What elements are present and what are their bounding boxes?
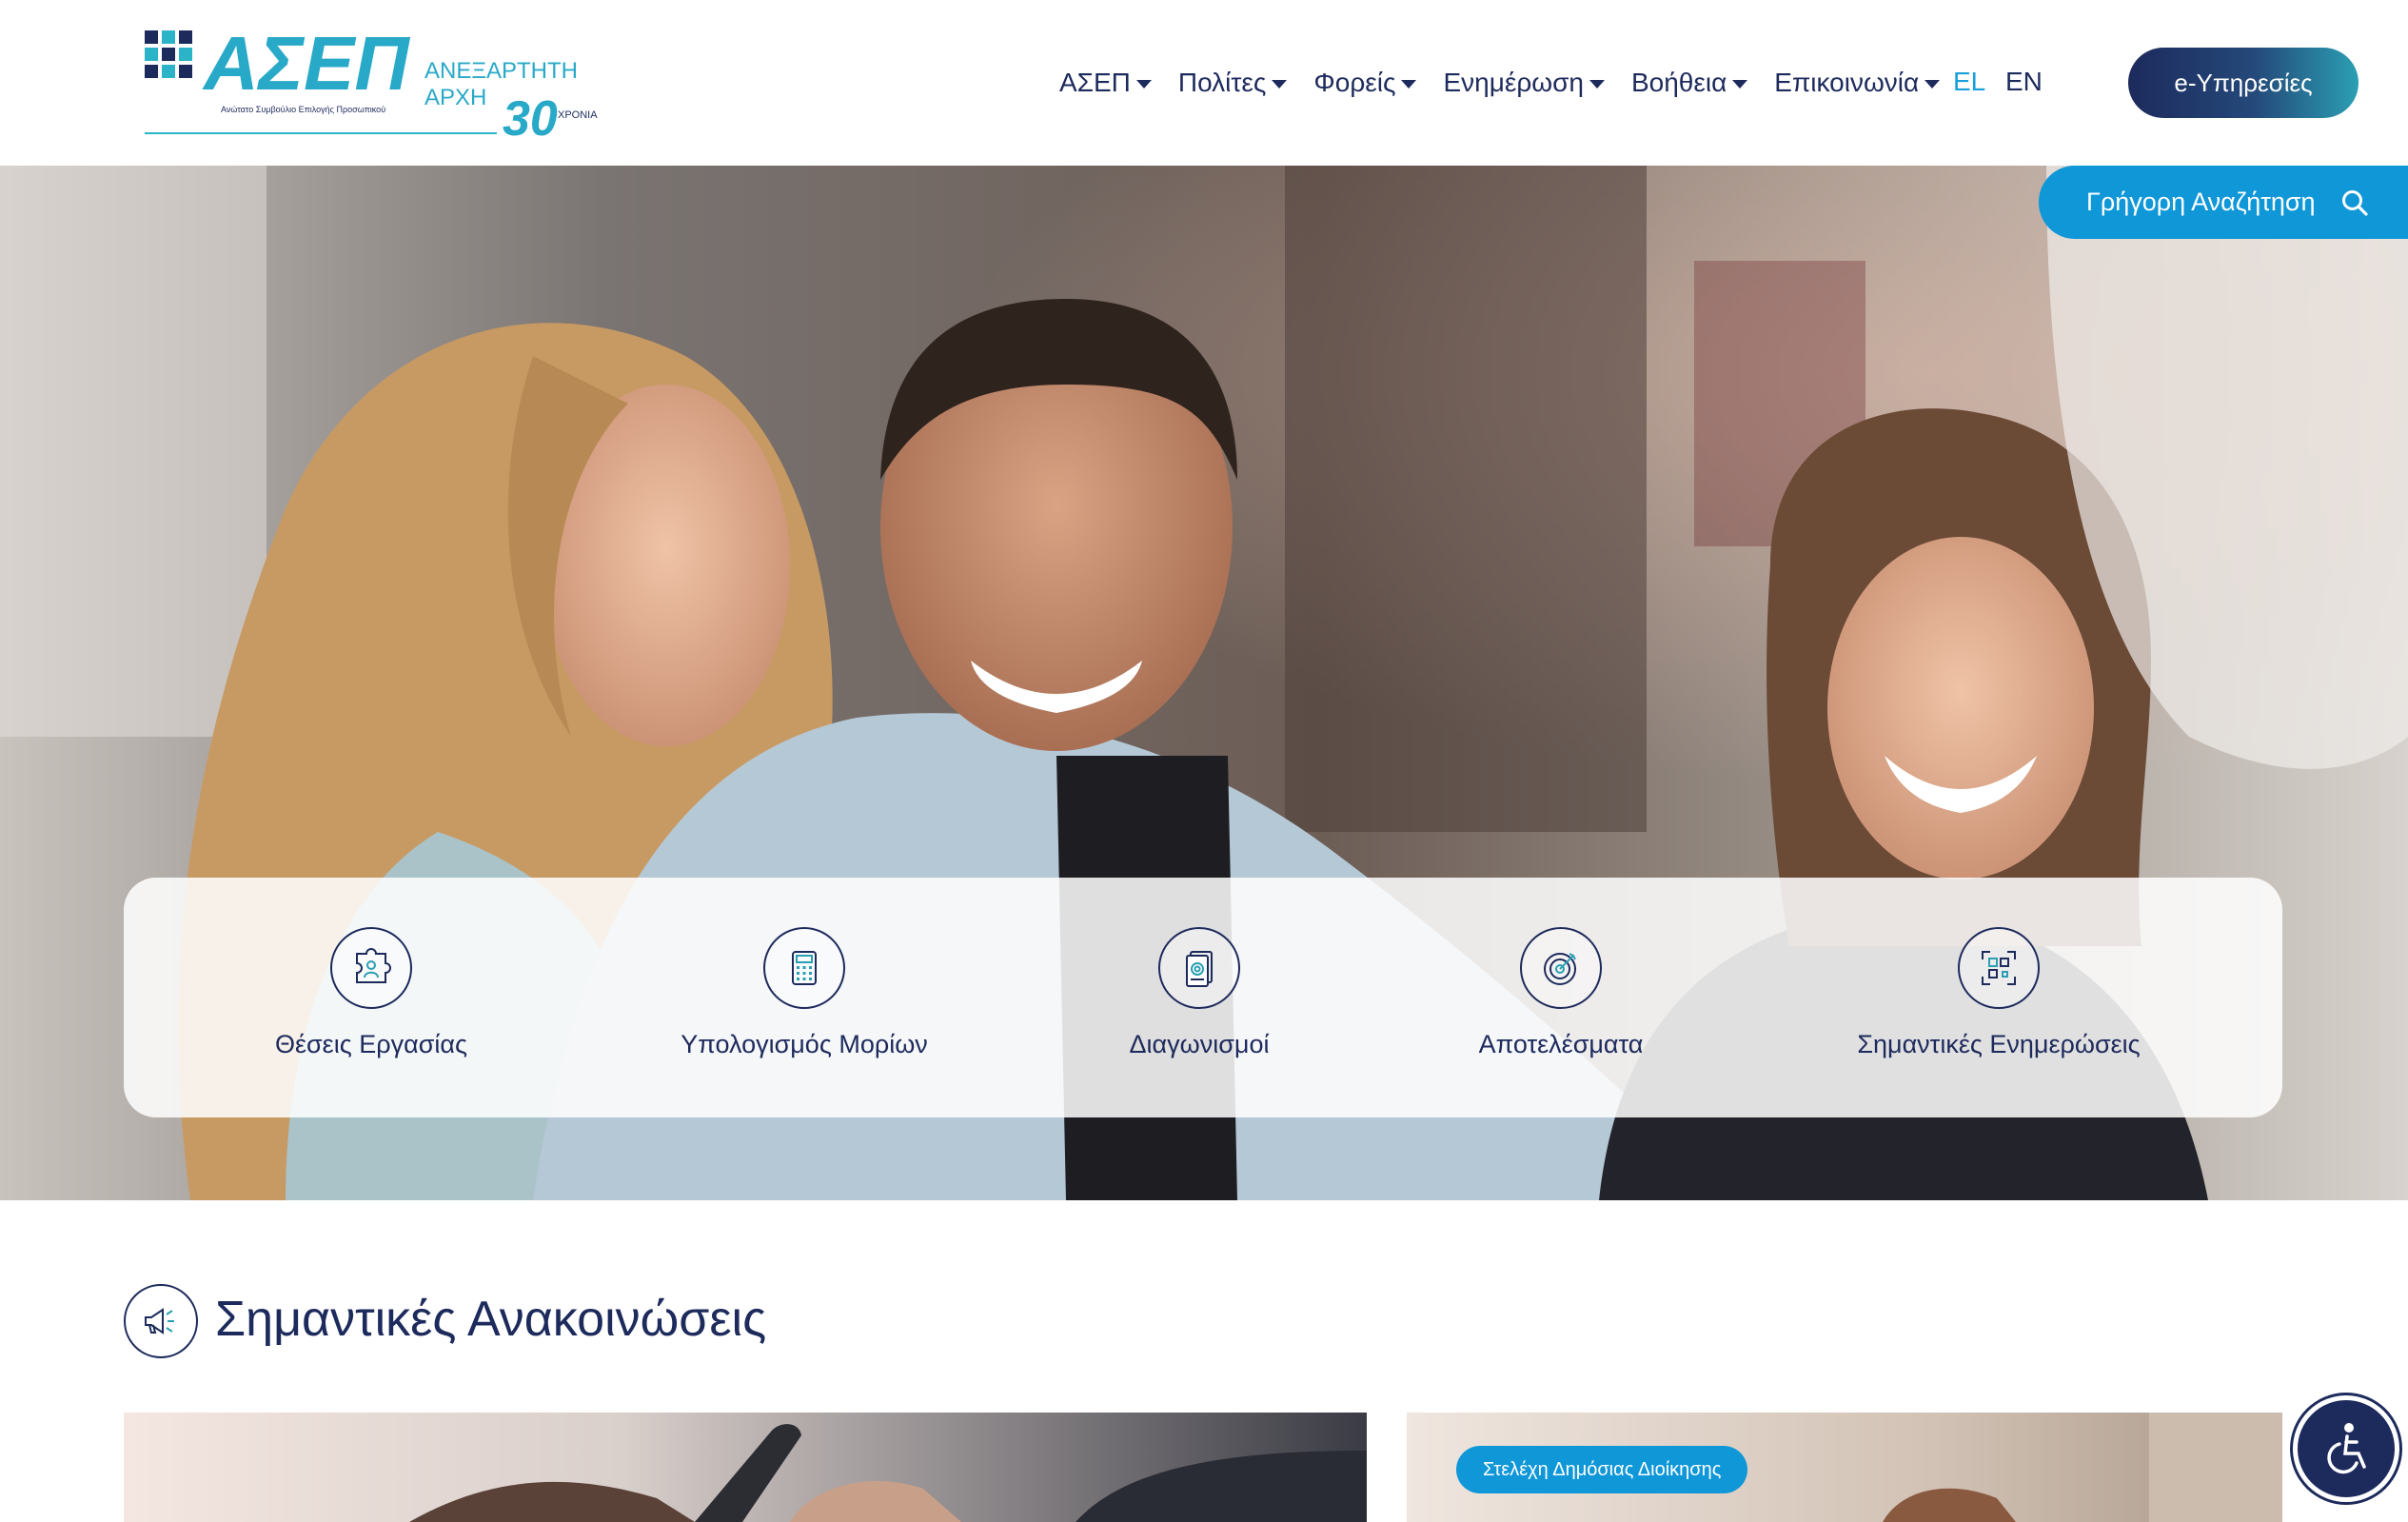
language-en-link[interactable]: EN bbox=[2005, 67, 2043, 97]
caret-down-icon bbox=[1401, 79, 1417, 89]
quick-search-button[interactable]: Γρήγορη Αναζήτηση bbox=[2039, 166, 2408, 239]
tile-label: Σημαντικές Ενημερώσεις bbox=[1857, 1030, 2141, 1058]
tile-label: Διαγωνισμοί bbox=[1129, 1030, 1270, 1058]
target-icon bbox=[1520, 927, 1602, 1009]
tile-job-positions[interactable]: Θέσεις Εργασίας bbox=[247, 878, 495, 1117]
announcement-card[interactable] bbox=[124, 1413, 1367, 1522]
logo-anniversary-word: ΧΡΟΝΙΑ bbox=[558, 109, 598, 121]
nav-label: Φορείς bbox=[1313, 68, 1396, 97]
caret-down-icon bbox=[1272, 79, 1288, 89]
quick-search-label: Γρήγορη Αναζήτηση bbox=[2086, 188, 2316, 216]
tile-results[interactable]: Αποτελέσματα bbox=[1456, 878, 1666, 1117]
caret-down-icon bbox=[1732, 79, 1748, 89]
tile-important-updates[interactable]: Σημαντικές Ενημερώσεις bbox=[1837, 878, 2161, 1117]
tile-label: Αποτελέσματα bbox=[1478, 1030, 1644, 1058]
nav-label: Πολίτες bbox=[1177, 68, 1267, 97]
asep-logo[interactable]: ΑΣΕΠ Ανώτατο Συμβούλιο Επιλογής Προσωπικ… bbox=[143, 27, 619, 139]
qr-scan-icon bbox=[1958, 927, 2040, 1009]
wheelchair-accessibility-icon bbox=[2327, 1423, 2366, 1474]
caret-down-icon bbox=[1924, 79, 1941, 89]
nav-item-asep[interactable]: ΑΣΕΠ bbox=[1059, 68, 1152, 98]
eservices-button[interactable]: e-Υπηρεσίες bbox=[2128, 48, 2359, 118]
nav-item-contact[interactable]: Επικοινωνία bbox=[1774, 68, 1941, 98]
tile-competitions[interactable]: Διαγωνισμοί bbox=[1095, 878, 1304, 1117]
nav-label: Βοήθεια bbox=[1630, 68, 1727, 97]
calculator-icon bbox=[763, 927, 845, 1009]
quick-links-panel: Θέσεις Εργασίας Υπολογισμός Μορίων Διαγω… bbox=[124, 878, 2282, 1117]
nav-label: Επικοινωνία bbox=[1774, 68, 1920, 97]
category-badge[interactable]: Στελέχη Δημόσιας Διοίκησης bbox=[1456, 1446, 1748, 1493]
tile-points-calculation[interactable]: Υπολογισμός Μορίων bbox=[652, 878, 957, 1117]
language-el-link[interactable]: EL bbox=[1953, 67, 1985, 97]
logo-tagline: Ανώτατο Συμβούλιο Επιλογής Προσωπικού bbox=[221, 105, 385, 114]
nav-item-agencies[interactable]: Φορείς bbox=[1313, 68, 1417, 98]
megaphone-icon bbox=[124, 1284, 198, 1358]
nav-item-news[interactable]: Ενημέρωση bbox=[1443, 68, 1605, 98]
tile-label: Θέσεις Εργασίας bbox=[274, 1030, 467, 1058]
tile-label: Υπολογισμός Μορίων bbox=[681, 1030, 928, 1058]
logo-authority-line1: ΑΝΕΞΑΡΤΗΤΗ bbox=[424, 58, 578, 84]
logo-wordmark: ΑΣΕΠ bbox=[202, 27, 410, 106]
section-title: Σημαντικές Ανακοινώσεις bbox=[215, 1292, 767, 1347]
site-header: ΑΣΕΠ Ανώτατο Συμβούλιο Επιλογής Προσωπικ… bbox=[0, 0, 2408, 166]
caret-down-icon bbox=[1135, 79, 1152, 89]
puzzle-person-icon bbox=[330, 927, 412, 1009]
nav-label: Ενημέρωση bbox=[1443, 68, 1584, 97]
hero-banner: Γρήγορη Αναζήτηση Θέσεις Εργασίας Υπολογ… bbox=[0, 166, 2408, 1200]
card-image bbox=[124, 1413, 1367, 1522]
nav-label: ΑΣΕΠ bbox=[1059, 68, 1131, 97]
logo-anniversary-number: 30 bbox=[503, 91, 558, 139]
search-icon bbox=[2341, 189, 2368, 216]
nav-item-help[interactable]: Βοήθεια bbox=[1630, 68, 1748, 98]
documents-seal-icon bbox=[1158, 927, 1240, 1009]
main-nav: ΑΣΕΠ Πολίτες Φορείς Ενημέρωση Βοήθεια Επ… bbox=[1059, 63, 1966, 103]
logo-authority-line2: ΑΡΧΗ bbox=[424, 85, 486, 110]
accessibility-button[interactable] bbox=[2293, 1395, 2399, 1502]
caret-down-icon bbox=[1589, 79, 1605, 89]
logo-mark-icon bbox=[145, 30, 192, 78]
nav-item-citizens[interactable]: Πολίτες bbox=[1178, 68, 1288, 98]
